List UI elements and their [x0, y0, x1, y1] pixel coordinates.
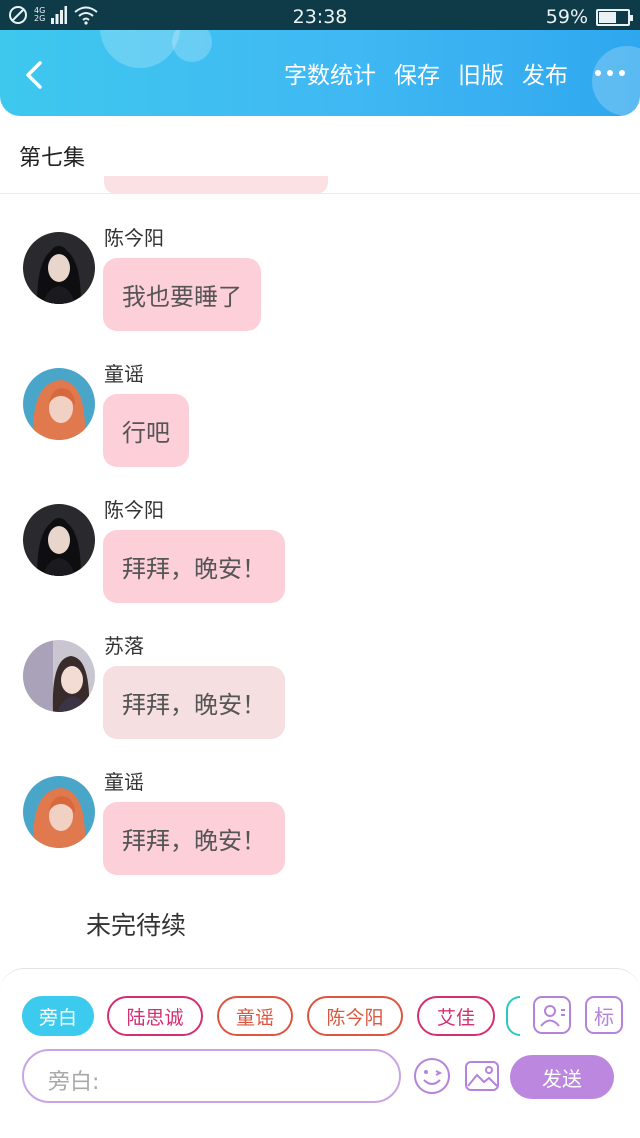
avatar-image	[23, 368, 95, 440]
message-input[interactable]: 旁白:	[22, 1049, 401, 1103]
message-bubble[interactable]: 拜拜，晚安！	[103, 666, 285, 739]
chevron-left-icon[interactable]	[20, 60, 48, 90]
app-root: 4G 2G 23:38 59% 字数统计 保存 旧版 发布 第七集 陈今阳 我也…	[0, 0, 640, 1138]
avatar[interactable]	[23, 640, 95, 712]
avatar[interactable]	[23, 504, 95, 576]
battery-fill	[599, 11, 616, 23]
sender-name: 陈今阳	[104, 498, 164, 522]
chip-character[interactable]: 童谣	[217, 996, 293, 1036]
message-bubble[interactable]: 我也要睡了	[103, 258, 261, 331]
publish-button[interactable]: 发布	[522, 56, 568, 90]
status-time: 23:38	[292, 6, 348, 28]
sender-name: 陈今阳	[104, 226, 164, 250]
chip-character[interactable]: 艾佳	[417, 996, 495, 1036]
emoji-icon[interactable]	[412, 1056, 452, 1096]
save-button[interactable]: 保存	[394, 56, 440, 90]
episode-title[interactable]: 第七集	[19, 140, 85, 172]
avatar-image	[23, 232, 95, 304]
chip-character[interactable]: 陈今阳	[307, 996, 403, 1036]
battery-icon	[596, 8, 633, 26]
dot	[607, 70, 613, 76]
person-glyph	[540, 1005, 565, 1027]
sender-name: 童谣	[104, 362, 144, 386]
chip-narration[interactable]: 旁白	[22, 996, 94, 1036]
header-decoration	[100, 30, 180, 68]
dot	[595, 70, 601, 76]
avatar-image	[23, 504, 95, 576]
image-icon[interactable]	[462, 1056, 502, 1096]
sender-name: 苏落	[104, 634, 144, 658]
app-header: 字数统计 保存 旧版 发布	[0, 30, 640, 116]
header-actions: 字数统计 保存 旧版 发布	[266, 30, 640, 116]
avatar[interactable]	[23, 368, 95, 440]
header-decoration	[172, 30, 212, 62]
sender-name: 童谣	[104, 770, 144, 794]
avatar-image	[23, 776, 95, 848]
input-placeholder: 旁白:	[48, 1070, 100, 1095]
word-count-button[interactable]: 字数统计	[284, 56, 376, 90]
send-button[interactable]: 发送	[510, 1055, 614, 1099]
status-bar: 4G 2G 23:38 59%	[0, 0, 640, 34]
dot	[619, 70, 625, 76]
message-bubble[interactable]: 拜拜，晚安！	[103, 802, 285, 875]
avatar-image	[23, 640, 95, 712]
message-bubble[interactable]: 行吧	[103, 394, 189, 467]
end-note: 未完待续	[86, 911, 187, 940]
composer-panel: 旁白 陆思诚 童谣 陈今阳 艾佳 标 旁白: 发送	[0, 968, 640, 1138]
battery-percent: 59%	[545, 6, 588, 28]
avatar[interactable]	[23, 232, 95, 304]
avatar[interactable]	[23, 776, 95, 848]
tag-button[interactable]: 标	[585, 996, 623, 1034]
chip-character[interactable]: 陆思诚	[107, 996, 203, 1036]
chip-overflow-edge[interactable]	[506, 996, 520, 1036]
person-card-icon[interactable]	[533, 996, 571, 1034]
more-dots-icon[interactable]	[580, 53, 640, 93]
status-right: 59%	[545, 6, 633, 28]
old-version-button[interactable]: 旧版	[458, 56, 504, 90]
previous-bubble-edge	[104, 176, 328, 194]
message-bubble[interactable]: 拜拜，晚安！	[103, 530, 285, 603]
